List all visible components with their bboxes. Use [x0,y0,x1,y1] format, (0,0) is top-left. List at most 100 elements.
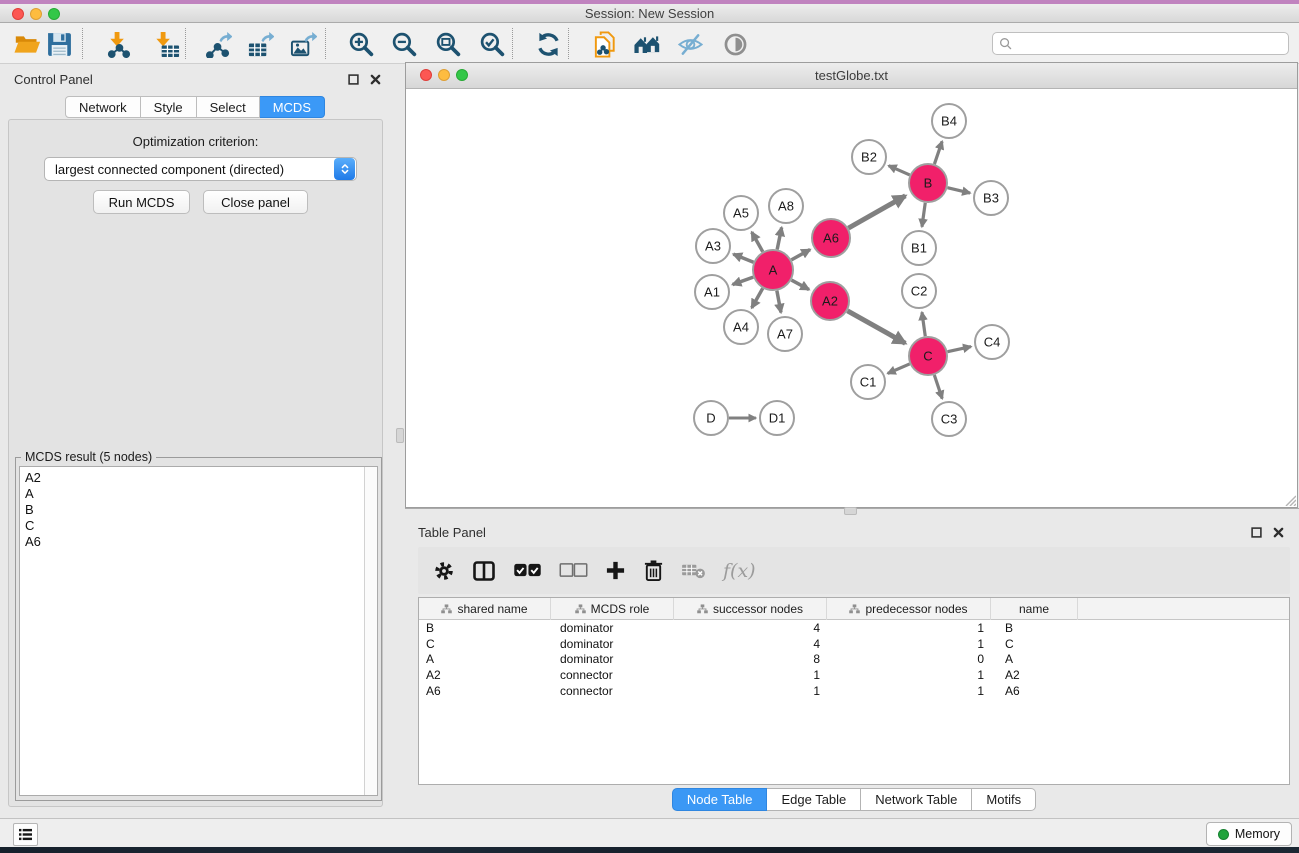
split-columns-icon[interactable] [472,559,496,583]
result-scrollbar[interactable] [364,467,377,795]
edge-B-B2[interactable] [889,166,910,175]
edge-A-A3[interactable] [733,254,753,262]
export-network-icon[interactable] [201,29,235,59]
tab-node-table[interactable]: Node Table [672,788,768,811]
gear-icon[interactable] [433,560,455,582]
table-cell[interactable]: B [991,621,1078,635]
home-icon[interactable] [630,29,664,59]
import-table-icon[interactable] [149,29,183,59]
edge-A-A1[interactable] [733,277,754,284]
search-input[interactable] [1012,34,1288,53]
tab-edge-table[interactable]: Edge Table [767,788,861,811]
table-row[interactable]: A6connector11A6 [419,683,1289,699]
column-header-successor-nodes[interactable]: successor nodes [674,598,827,620]
edge-C-C2[interactable] [922,312,925,336]
edge-A6-B[interactable] [848,196,905,228]
result-list-item[interactable]: C [20,518,377,534]
mcds-result-list[interactable]: A2ABCA6 [19,466,378,796]
result-list-item[interactable]: A6 [20,534,377,550]
window-resize-grip[interactable] [1283,493,1296,506]
table-cell[interactable]: A6 [991,684,1078,698]
run-mcds-button[interactable]: Run MCDS [93,190,190,214]
table-cell[interactable]: 1 [827,637,991,651]
zoom-selected-icon[interactable] [475,29,509,59]
table-cell[interactable]: connector [551,668,674,682]
table-row[interactable]: Cdominator41C [419,636,1289,652]
table-cell[interactable]: 1 [674,668,827,682]
save-session-icon[interactable] [42,29,76,59]
table-cell[interactable]: 4 [674,621,827,635]
tab-select[interactable]: Select [197,96,260,118]
export-table-icon[interactable] [243,29,277,59]
clone-network-icon[interactable] [588,29,622,59]
close-panel-icon[interactable] [1272,526,1285,539]
edge-B-B3[interactable] [947,188,970,193]
table-cell[interactable]: C [419,637,551,651]
hide-eye-icon[interactable] [673,29,707,59]
column-header-name[interactable]: name [991,598,1078,620]
search-box[interactable] [992,32,1289,55]
zoom-out-icon[interactable] [387,29,421,59]
close-panel-icon[interactable] [369,73,382,86]
table-cell[interactable]: dominator [551,652,674,666]
edge-A-A7[interactable] [777,291,781,313]
table-cell[interactable]: dominator [551,637,674,651]
column-header-shared-name[interactable]: shared name [419,598,551,620]
table-cell[interactable]: connector [551,684,674,698]
tab-mcds[interactable]: MCDS [260,96,325,118]
edge-C-C3[interactable] [934,375,942,399]
table-cell[interactable]: 1 [827,668,991,682]
deselect-all-icon[interactable] [559,562,588,579]
table-cell[interactable]: A2 [991,668,1078,682]
table-cell[interactable]: A [419,652,551,666]
criterion-dropdown[interactable]: largest connected component (directed) [44,157,357,181]
result-list-item[interactable]: B [20,502,377,518]
delete-icon[interactable] [643,559,664,582]
contrast-eye-icon[interactable] [718,29,752,59]
add-icon[interactable] [605,560,626,581]
table-cell[interactable]: dominator [551,621,674,635]
open-file-icon[interactable] [10,29,44,59]
zoom-fit-icon[interactable] [431,29,465,59]
table-cell[interactable]: 8 [674,652,827,666]
delete-table-icon[interactable] [681,561,706,580]
show-panels-list-button[interactable] [13,823,38,846]
close-panel-button[interactable]: Close panel [203,190,308,214]
float-panel-icon[interactable] [1250,526,1263,539]
table-cell[interactable]: A [991,652,1078,666]
table-cell[interactable]: A6 [419,684,551,698]
refresh-icon[interactable] [531,29,565,59]
table-cell[interactable]: 1 [827,621,991,635]
edge-A-A5[interactable] [752,232,763,252]
table-cell[interactable]: 1 [674,684,827,698]
table-cell[interactable]: 1 [827,684,991,698]
import-network-icon[interactable] [101,29,135,59]
column-header-MCDS-role[interactable]: MCDS role [551,598,674,620]
tab-network-table[interactable]: Network Table [861,788,972,811]
memory-button[interactable]: Memory [1206,822,1292,846]
tab-style[interactable]: Style [141,96,197,118]
panel-divider-grip[interactable] [396,428,404,443]
edge-A-A2[interactable] [791,280,809,290]
table-row[interactable]: Adominator80A [419,652,1289,668]
edge-A2-C[interactable] [847,311,905,343]
table-cell[interactable]: B [419,621,551,635]
select-all-icon[interactable] [513,562,542,579]
zoom-in-icon[interactable] [344,29,378,59]
column-header-predecessor-nodes[interactable]: predecessor nodes [827,598,991,620]
edge-A-A8[interactable] [777,227,781,249]
table-cell[interactable]: C [991,637,1078,651]
horizontal-divider-grip[interactable] [844,507,857,515]
table-cell[interactable]: 0 [827,652,991,666]
edge-A-A4[interactable] [752,288,763,308]
network-window-titlebar[interactable]: testGlobe.txt [406,63,1297,89]
edge-B-B1[interactable] [922,203,925,227]
result-list-item[interactable]: A [20,486,377,502]
table-row[interactable]: Bdominator41B [419,620,1289,636]
edge-C-C4[interactable] [948,347,971,352]
network-graph-canvas[interactable]: B4B2BB3A8A5A6A3B1AA1C2A2A4A7C4CC1C3DD1 [407,90,1298,506]
table-cell[interactable]: A2 [419,668,551,682]
edge-C-C1[interactable] [888,364,910,374]
table-cell[interactable]: 4 [674,637,827,651]
float-panel-icon[interactable] [347,73,360,86]
